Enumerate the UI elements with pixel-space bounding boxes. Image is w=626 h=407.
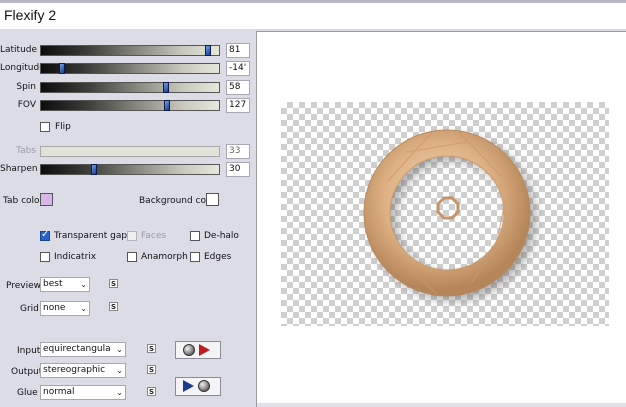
fov-value[interactable]: 127 xyxy=(226,98,250,113)
indicatrix-checkbox[interactable] xyxy=(40,252,50,262)
chevron-down-icon: ⌄ xyxy=(116,345,123,354)
preview-image xyxy=(363,129,536,301)
input-swap-button[interactable]: S xyxy=(147,344,156,353)
glue-select[interactable]: normal ⌄ xyxy=(40,385,126,400)
sharpen-slider[interactable] xyxy=(40,164,220,175)
dehalo-label: De-halo xyxy=(204,231,239,241)
output-swap-button[interactable]: S xyxy=(147,365,156,374)
output-select-label: Output xyxy=(11,367,43,377)
longitude-slider-thumb[interactable] xyxy=(59,63,66,74)
tab-color-label: Tab color xyxy=(3,196,44,206)
preview-area[interactable] xyxy=(256,31,626,407)
fov-label: FOV xyxy=(17,100,36,110)
center-hexagon xyxy=(436,196,460,220)
sphere-icon xyxy=(183,344,195,356)
input-select[interactable]: equirectangula ⌄ xyxy=(40,342,126,357)
latitude-label: Latitude xyxy=(0,45,38,55)
anamorph-checkbox[interactable] xyxy=(127,252,137,262)
latitude-value[interactable]: 81 xyxy=(226,43,250,58)
sharpen-value[interactable]: 30 xyxy=(226,162,250,177)
edges-checkbox[interactable] xyxy=(190,252,200,262)
chevron-down-icon: ⌄ xyxy=(80,304,87,313)
spin-slider-thumb[interactable] xyxy=(162,82,169,93)
spin-slider[interactable] xyxy=(40,82,220,93)
background-color-swatch[interactable] xyxy=(206,193,219,206)
title-bar: Flexify 2 xyxy=(0,3,626,29)
tabs-label: Tabs xyxy=(16,146,36,156)
preview-select-label: Preview xyxy=(6,281,42,291)
chevron-down-icon: ⌄ xyxy=(116,388,123,397)
window-title: Flexify 2 xyxy=(4,7,57,23)
fov-slider-thumb[interactable] xyxy=(164,100,171,111)
latitude-slider-thumb[interactable] xyxy=(205,45,212,56)
flip-checkbox[interactable] xyxy=(40,122,50,132)
tab-color-swatch[interactable] xyxy=(40,193,53,206)
grid-select-label: Grid xyxy=(20,304,39,314)
latitude-slider[interactable] xyxy=(40,45,220,56)
controls-panel: Latitude 81 Longitude -14' Spin 58 FOV 1… xyxy=(0,29,256,406)
chevron-down-icon: ⌄ xyxy=(116,366,123,375)
sphere-icon xyxy=(198,380,210,392)
edges-label: Edges xyxy=(204,252,232,262)
faces-checkbox xyxy=(127,231,137,241)
glue-select-label: Glue xyxy=(17,388,38,398)
glue-select-value: normal xyxy=(43,387,75,397)
fov-slider[interactable] xyxy=(40,100,220,111)
preview-swap-button[interactable]: S xyxy=(109,279,118,288)
chevron-down-icon: ⌄ xyxy=(80,280,87,289)
flip-label: Flip xyxy=(55,122,71,132)
grid-swap-button[interactable]: S xyxy=(109,302,118,311)
output-select-value: stereographic xyxy=(43,365,106,375)
input-select-value: equirectangula xyxy=(43,344,111,354)
faces-label: Faces xyxy=(141,231,167,241)
glue-swap-button[interactable]: S xyxy=(147,387,156,396)
indicatrix-label: Indicatrix xyxy=(54,252,97,262)
tabs-slider xyxy=(40,146,220,157)
sharpen-label: Sharpen xyxy=(0,164,38,174)
sharpen-slider-thumb[interactable] xyxy=(91,164,98,175)
grid-select[interactable]: none ⌄ xyxy=(40,301,90,316)
output-preset-button[interactable] xyxy=(175,377,221,396)
input-preset-button[interactable] xyxy=(175,341,221,359)
dehalo-checkbox[interactable] xyxy=(190,231,200,241)
longitude-value[interactable]: -14' xyxy=(226,61,250,76)
play-blue-icon xyxy=(183,380,194,392)
longitude-slider[interactable] xyxy=(40,63,220,74)
preview-select[interactable]: best ⌄ xyxy=(40,277,90,292)
transparent-gaps-label: Transparent gaps xyxy=(54,231,132,241)
flexified-ring xyxy=(364,130,530,296)
input-select-label: Input xyxy=(17,346,41,356)
tabs-value: 33 xyxy=(226,144,250,159)
transparent-gaps-checkbox[interactable] xyxy=(40,229,50,241)
horizontal-scrollbar[interactable] xyxy=(257,403,626,407)
longitude-label: Longitude xyxy=(0,63,45,73)
spin-label: Spin xyxy=(16,82,36,92)
anamorph-label: Anamorph xyxy=(141,252,188,262)
output-select[interactable]: stereographic ⌄ xyxy=(40,363,126,378)
spin-value[interactable]: 58 xyxy=(226,80,250,95)
play-red-icon xyxy=(199,344,210,356)
